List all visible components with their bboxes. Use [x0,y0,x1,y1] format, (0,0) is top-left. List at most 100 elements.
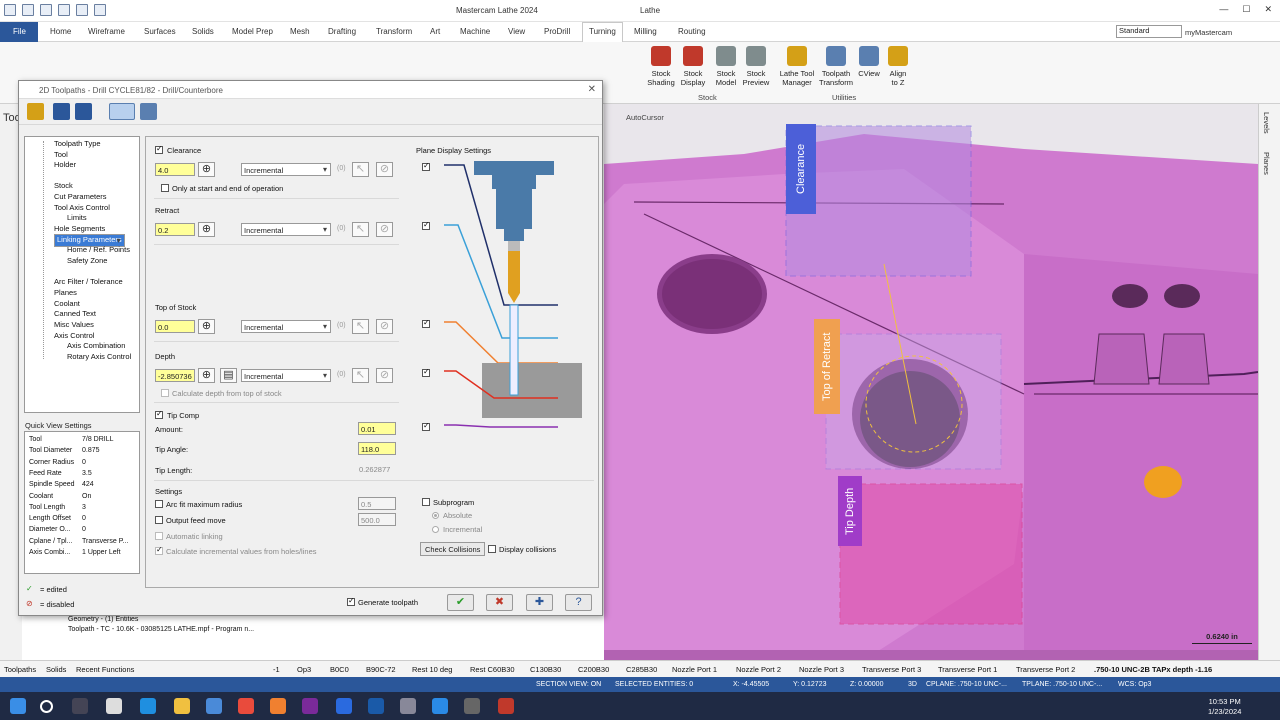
top-of-stock-mode-select[interactable]: Incremental [241,320,331,333]
depth-mode-select[interactable]: Incremental [241,369,331,382]
tree-item-toolpath-type[interactable]: Toolpath Type [54,139,101,148]
chrome-icon[interactable] [238,698,254,714]
onenote-icon[interactable] [302,698,318,714]
edge-icon[interactable] [140,698,156,714]
depth-select-icon[interactable]: ↖ [352,368,369,383]
subprogram-checkbox[interactable] [422,498,430,506]
status-cplane[interactable]: CPLANE: .750-10 UNC-... [926,681,1007,688]
calc-depth-checkbox[interactable] [161,389,169,397]
tree-item-tool[interactable]: Tool [54,150,68,159]
retract-mode-select[interactable]: Incremental [241,223,331,236]
calc-incr-checkbox[interactable] [155,545,163,555]
save-icon[interactable] [40,4,52,16]
tree-item-misc-values[interactable]: Misc Values [54,320,94,329]
search-icon[interactable] [40,700,53,713]
menu-tab-machine[interactable]: Machine [460,27,490,36]
undo-icon[interactable] [76,4,88,16]
retract-pick-icon[interactable]: ⊕ [198,222,215,237]
plane-tab[interactable]: .750-10 UNC-2B TAPx depth -1.16 [1094,665,1212,674]
zoom-icon[interactable] [432,698,448,714]
file-explorer-icon[interactable] [174,698,190,714]
plane-tab[interactable]: C130B30 [530,665,561,674]
plane-tab[interactable]: Op3 [297,665,311,674]
tree-item-coolant[interactable]: Coolant [54,299,80,308]
mail-icon[interactable] [206,698,222,714]
menu-tab-transform[interactable]: Transform [376,27,412,36]
tree-item-rotary-axis-control[interactable]: Rotary Axis Control [67,352,131,361]
dialog-close-icon[interactable]: ✕ [588,84,596,95]
task-view-icon[interactable] [72,698,88,714]
check-collisions-button[interactable]: Check Collisions [420,542,486,556]
view-options-icon[interactable] [109,103,135,120]
menu-tab-mesh[interactable]: Mesh [290,27,310,36]
view-select[interactable]: Standard [1116,25,1182,38]
expand-icon[interactable] [140,103,157,120]
tree-item-planes[interactable]: Planes [54,288,77,297]
top-of-stock-pick-icon[interactable]: ⊕ [198,319,215,334]
auto-link-checkbox[interactable] [155,532,163,540]
tree-item-axis-control[interactable]: Axis Control [54,331,94,340]
retract-display-checkbox[interactable] [422,220,430,230]
generate-toolpath-checkbox[interactable] [347,596,355,606]
display-collisions-checkbox[interactable] [488,545,496,553]
firefox-icon[interactable] [270,698,286,714]
gnomon-icon[interactable] [1144,466,1182,498]
tree-item-safety-zone[interactable]: Safety Zone [67,256,107,265]
clearance-select-icon[interactable]: ↖ [352,162,369,177]
depth-disable-icon[interactable]: ⊘ [376,368,393,383]
plane-tab[interactable]: Transverse Port 3 [862,665,921,674]
plane-tab[interactable]: B90C-72 [366,665,396,674]
manager-geometry[interactable]: Geometry - (1) Entities [68,616,138,623]
app2-icon[interactable] [464,698,480,714]
manager-toolpath[interactable]: Toolpath - TC - 10.6K - 03085125 LATHE.m… [68,626,254,633]
clearance-checkbox[interactable] [155,144,163,154]
open-icon[interactable] [22,4,34,16]
tip-angle-input[interactable]: 118.0 [358,442,396,455]
plane-tab[interactable]: C200B30 [578,665,609,674]
plane-tab[interactable]: -1 [273,665,280,674]
mastercam-icon[interactable] [498,698,514,714]
plane-tab[interactable]: Nozzle Port 3 [799,665,844,674]
depth-pick-icon[interactable]: ⊕ [198,368,215,383]
tree-item-limits[interactable]: Limits [67,213,87,222]
arc-fit-checkbox[interactable] [155,500,163,508]
output-feed-checkbox[interactable] [155,516,163,524]
notepad-icon[interactable] [106,698,122,714]
menu-tab-prodrill[interactable]: ProDrill [544,27,570,36]
status-wcs[interactable]: WCS: Op3 [1118,681,1151,688]
plane-tab[interactable]: Rest 10 deg [412,665,452,674]
outlook-icon[interactable] [368,698,384,714]
maximize-button[interactable]: ☐ [1242,4,1250,15]
plane-tab[interactable]: B0C0 [330,665,349,674]
save-icon[interactable] [53,103,70,120]
depth-calculator-icon[interactable]: ▤ [220,368,237,383]
top-of-stock-display-checkbox[interactable] [422,318,430,328]
app-icon[interactable] [336,698,352,714]
close-button[interactable]: ✕ [1264,4,1272,15]
windows-start-icon[interactable] [10,698,26,714]
ribbon-button-stock-preview[interactable]: Stock Preview [735,46,777,87]
tree-item-hole-segments[interactable]: Hole Segments [54,224,105,233]
redo-icon[interactable] [94,4,106,16]
plane-tab[interactable]: C285B30 [626,665,657,674]
menu-tab-wireframe[interactable]: Wireframe [88,27,125,36]
plane-tab[interactable]: Transverse Port 1 [938,665,997,674]
tool-icon[interactable] [27,103,44,120]
tip-amount-input[interactable]: 0.01 [358,422,396,435]
tree-item-home-ref-points[interactable]: Home / Ref. Points [67,245,130,254]
ribbon-button-align-z[interactable]: Align to Z [877,46,919,87]
clearance-disable-icon[interactable]: ⊘ [376,162,393,177]
tree-item-stock[interactable]: Stock [54,181,73,190]
manager-tab-toolpaths[interactable]: Toolpaths [4,665,36,674]
tool-app-icon[interactable] [400,698,416,714]
top-of-stock-input[interactable]: 0.0 [155,320,195,333]
menu-tab-milling[interactable]: Milling [634,27,657,36]
status-mode[interactable]: 3D [908,681,917,688]
plane-tab[interactable]: Rest C60B30 [470,665,515,674]
new-icon[interactable] [4,4,16,16]
ribbon-button-tool-manager[interactable]: Lathe Tool Manager [776,46,818,87]
status-tplane[interactable]: TPLANE: .750-10 UNC-... [1022,681,1102,688]
menu-tab-art[interactable]: Art [430,27,440,36]
tree-item-holder[interactable]: Holder [54,160,76,169]
file-tab[interactable]: File [0,22,38,42]
